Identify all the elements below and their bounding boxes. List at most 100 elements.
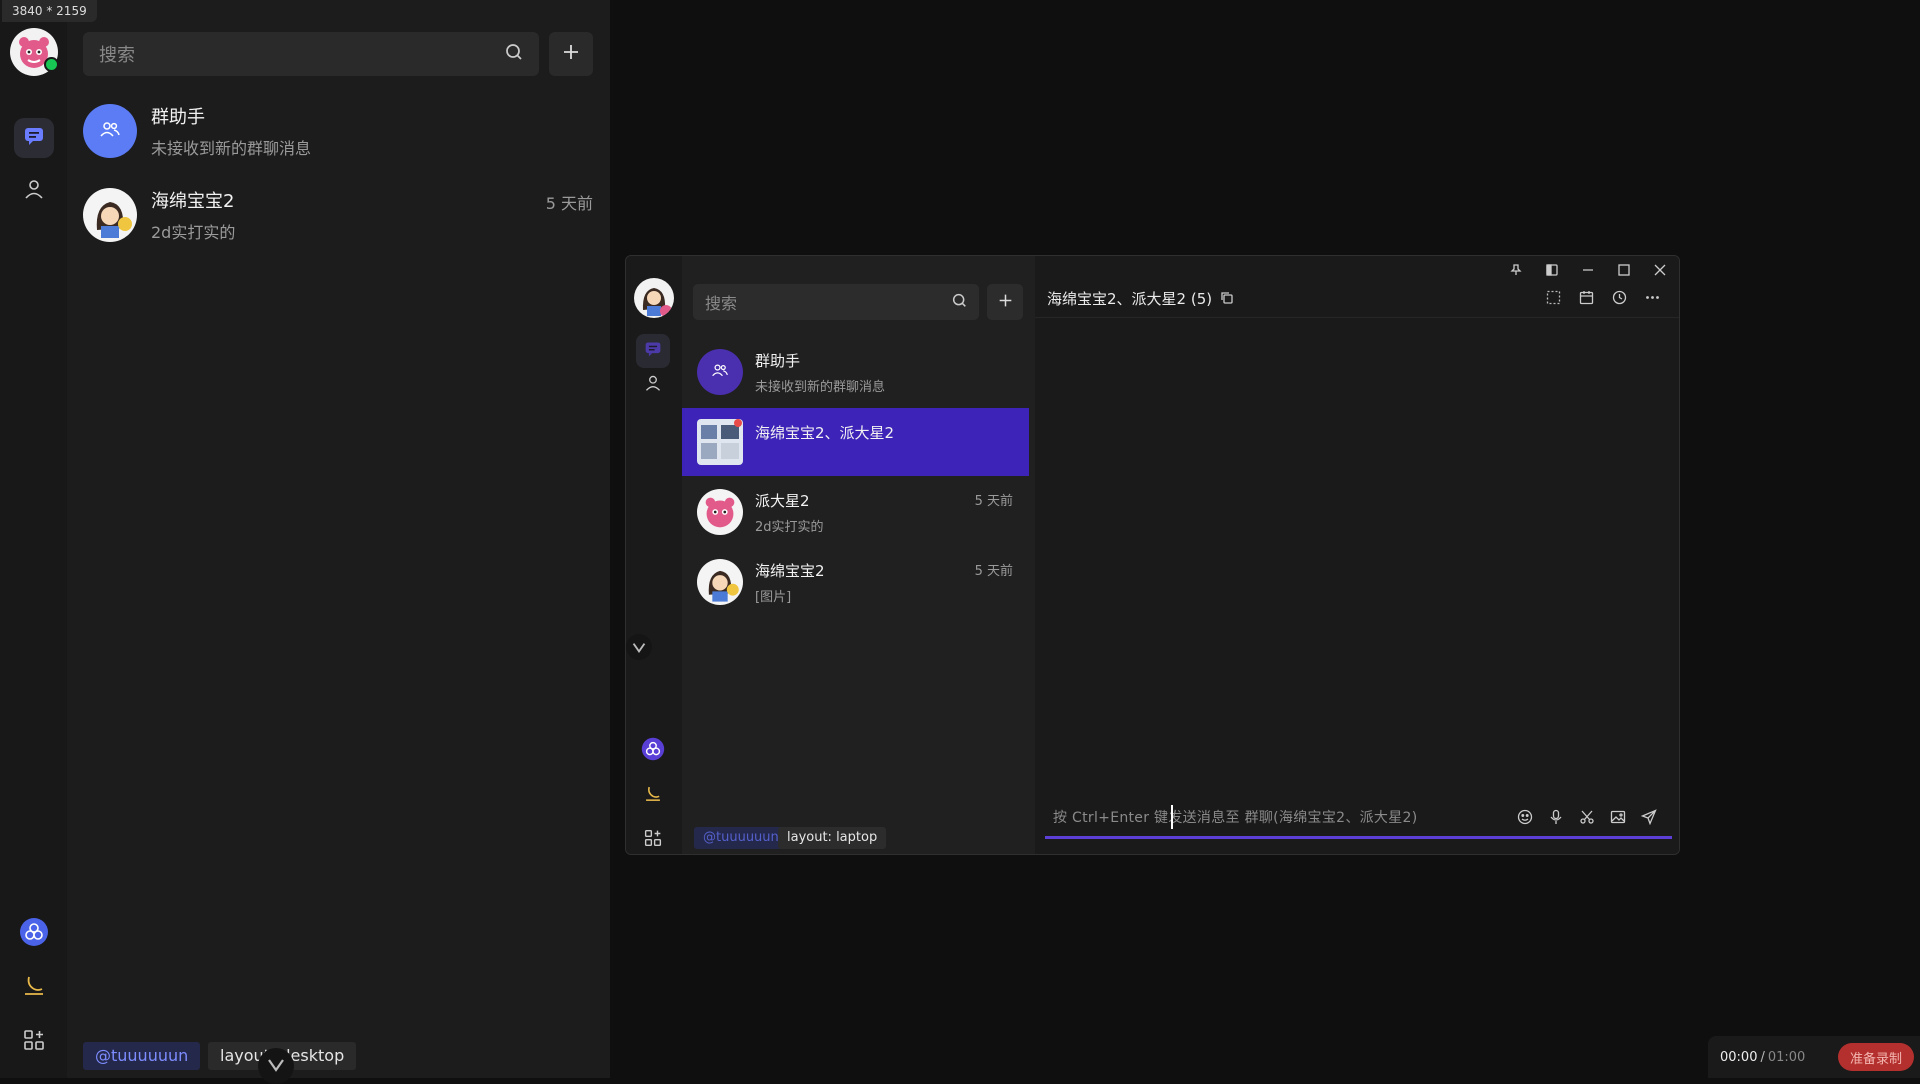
plus-icon xyxy=(998,293,1013,312)
chevron-down-icon xyxy=(632,638,646,657)
emoji-icon[interactable] xyxy=(1516,808,1534,826)
contacts-nav-button[interactable] xyxy=(14,171,54,211)
search-icon[interactable] xyxy=(505,43,523,66)
conversation-name: 海绵宝宝2 xyxy=(151,191,235,212)
window-add-button[interactable] xyxy=(987,284,1023,320)
window-conversation-item-group-chat[interactable]: 海绵宝宝2、派大星2 xyxy=(682,408,1029,476)
message-input-placeholder: 按 Ctrl+Enter 键发送消息至 群聊(海绵宝宝2、派大星2) xyxy=(1053,804,1418,829)
patrick-avatar xyxy=(697,489,743,535)
chevron-down-icon xyxy=(267,1057,285,1076)
conversation-preview: 2d实打实的 xyxy=(755,519,824,535)
expand-button[interactable] xyxy=(258,1048,294,1084)
maximize-icon[interactable] xyxy=(1615,261,1633,279)
window-search-input[interactable]: 搜索 xyxy=(693,284,979,320)
community-icon xyxy=(641,737,665,765)
conversation-preview xyxy=(755,448,894,463)
screen-recorder-widget: 00:00 / 01:00 准备录制 xyxy=(1708,1036,1920,1078)
window-expand-button[interactable] xyxy=(626,634,652,660)
more-options-icon[interactable] xyxy=(1643,288,1661,306)
conversation-name: 海绵宝宝2、派大星2 xyxy=(755,423,895,442)
conversation-preview: 未接收到新的群聊消息 xyxy=(151,139,312,158)
minimize-icon[interactable] xyxy=(1579,261,1597,279)
add-button[interactable] xyxy=(549,32,593,76)
send-icon[interactable] xyxy=(1640,808,1658,826)
online-status-indicator xyxy=(44,57,59,72)
recorder-total-time: 01:00 xyxy=(1767,1049,1806,1065)
conversation-item-spongebob[interactable]: 海绵宝宝2 2d实打实的 5 天前 xyxy=(83,178,593,252)
window-controls xyxy=(1507,261,1669,279)
close-icon[interactable] xyxy=(1651,261,1669,279)
screen-dimensions-label: 3840 * 2159 xyxy=(2,0,97,22)
window-contacts-nav-button[interactable] xyxy=(636,368,670,402)
window-user-tag: @tuuuuuun xyxy=(694,827,788,849)
chat-bubble-icon xyxy=(644,340,662,362)
group-assistant-avatar xyxy=(697,349,743,395)
conversation-preview: 未接收到新的群聊消息 xyxy=(755,379,886,395)
group-assistant-avatar xyxy=(83,104,137,158)
person-icon xyxy=(644,374,662,396)
chat-header: 海绵宝宝2、派大星2 (5) xyxy=(1035,256,1679,318)
chat-panel: 海绵宝宝2、派大星2 (5) 按 Ctrl+Enter 键发送消息至 群聊(海绵… xyxy=(1035,256,1679,854)
conversation-item-group-assistant[interactable]: 群助手 未接收到新的群聊消息 xyxy=(83,94,593,168)
input-toolbar xyxy=(1516,808,1658,826)
laptop-app-window: 搜索 群助手 未接收到新的群聊消息 海绵宝宝2、派大星2 派大星2 2d实打实的… xyxy=(625,255,1680,855)
search-placeholder: 搜索 xyxy=(99,45,135,66)
conversation-name: 派大星2 xyxy=(755,491,810,510)
apps-grid-icon xyxy=(23,1029,45,1055)
window-apps-nav-button[interactable] xyxy=(636,823,670,854)
conversation-name: 群助手 xyxy=(151,107,205,128)
window-conversation-list: 搜索 群助手 未接收到新的群聊消息 海绵宝宝2、派大星2 派大星2 2d实打实的… xyxy=(682,256,1035,854)
person-icon xyxy=(23,178,45,204)
conversation-preview: [图片] xyxy=(755,589,792,605)
user-tag: @tuuuuuun xyxy=(83,1042,201,1070)
messages-nav-button[interactable] xyxy=(14,118,54,158)
chat-bubble-icon xyxy=(23,125,45,151)
conversation-preview: 2d实打实的 xyxy=(151,223,236,242)
spongebob-avatar xyxy=(83,188,137,242)
conversation-time: 5 天前 xyxy=(545,194,593,213)
moon-icon xyxy=(21,973,47,1003)
window-conversation-item-group-assistant[interactable]: 群助手 未接收到新的群聊消息 xyxy=(682,338,1029,406)
spongebob-avatar xyxy=(697,559,743,605)
search-icon[interactable] xyxy=(952,293,967,312)
group-icon xyxy=(711,361,729,383)
image-icon[interactable] xyxy=(1609,808,1627,826)
message-input[interactable]: 按 Ctrl+Enter 键发送消息至 群聊(海绵宝宝2、派大星2) xyxy=(1045,797,1672,839)
window-conversation-item-patrick[interactable]: 派大星2 2d实打实的 5 天前 xyxy=(682,478,1029,546)
chat-title-text: 海绵宝宝2、派大星2 (5) xyxy=(1047,290,1213,308)
sidebar-toggle-icon[interactable] xyxy=(1543,261,1561,279)
moon-icon xyxy=(643,784,663,808)
screenshot-select-icon[interactable] xyxy=(1544,288,1562,306)
apps-grid-icon xyxy=(644,829,662,851)
community-icon xyxy=(19,917,49,951)
theme-nav-button[interactable] xyxy=(14,968,54,1008)
search-placeholder: 搜索 xyxy=(705,294,738,313)
community-nav-button[interactable] xyxy=(14,914,54,954)
pin-icon[interactable] xyxy=(1507,261,1525,279)
search-input[interactable]: 搜索 xyxy=(83,32,539,76)
window-conversation-item-spongebob[interactable]: 海绵宝宝2 [图片] 5 天前 xyxy=(682,548,1029,616)
conversation-sidebar: 搜索 群助手 未接收到新的群聊消息 海绵宝宝2 2d实打实的 5 天前 xyxy=(67,0,610,1078)
apps-nav-button[interactable] xyxy=(14,1022,54,1062)
conversation-time: 5 天前 xyxy=(974,564,1013,579)
copy-icon[interactable] xyxy=(1220,290,1233,308)
record-button[interactable]: 准备录制 xyxy=(1838,1043,1914,1071)
window-layout-tag: layout: laptop xyxy=(778,827,887,849)
recorder-current-time: 00:00 xyxy=(1720,1049,1758,1065)
window-messages-nav-button[interactable] xyxy=(636,334,670,368)
window-community-nav-button[interactable] xyxy=(636,734,670,768)
scissors-icon[interactable] xyxy=(1578,808,1596,826)
conversation-name: 海绵宝宝2 xyxy=(755,561,825,580)
window-nav-rail xyxy=(626,256,682,854)
conversation-name: 群助手 xyxy=(755,351,801,370)
recorder-time-separator: / xyxy=(1760,1049,1765,1065)
window-theme-nav-button[interactable] xyxy=(636,779,670,813)
text-cursor xyxy=(1171,804,1173,829)
group-icon xyxy=(99,118,121,144)
conversation-time: 5 天前 xyxy=(974,494,1013,509)
microphone-icon[interactable] xyxy=(1547,808,1565,826)
calendar-icon[interactable] xyxy=(1577,288,1595,306)
nav-rail xyxy=(0,0,67,1078)
window-user-avatar[interactable] xyxy=(634,278,674,318)
history-clock-icon[interactable] xyxy=(1610,288,1628,306)
